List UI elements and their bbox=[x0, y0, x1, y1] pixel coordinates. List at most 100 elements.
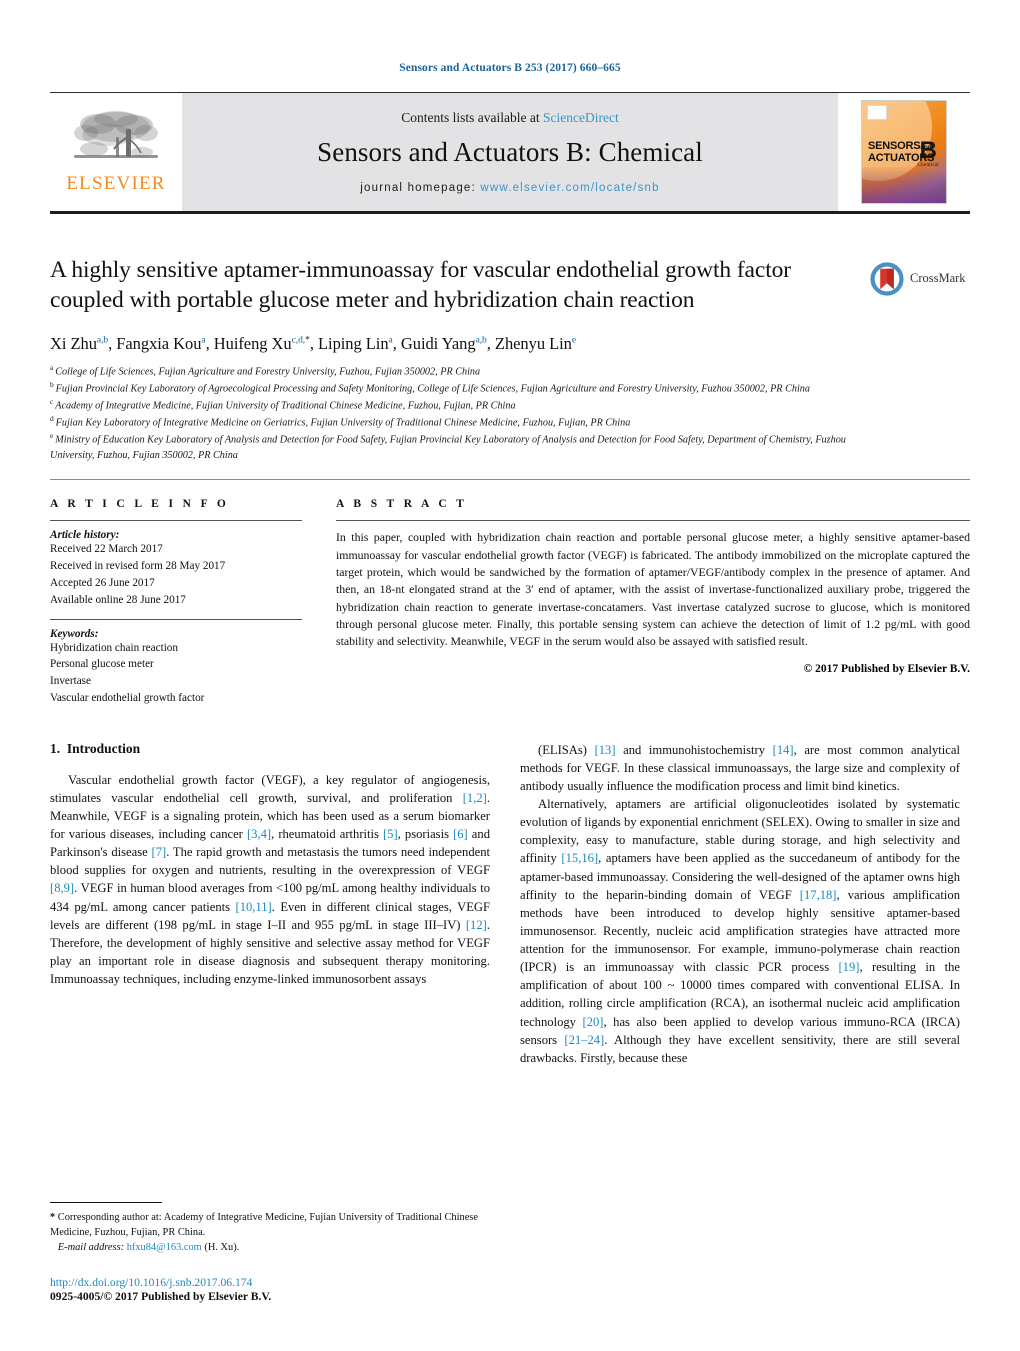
affiliation-list: a College of Life Sciences, Fujian Agric… bbox=[50, 363, 856, 464]
citation-link[interactable]: [15,16] bbox=[561, 851, 598, 865]
homepage-prefix: journal homepage: bbox=[360, 182, 481, 194]
journal-cover-thumbnail: SENSORSand ACTUATORS B Chemical bbox=[861, 100, 947, 204]
cover-line1: SENSORS bbox=[868, 140, 921, 152]
affiliation-text: Fujian Key Laboratory of Integrative Med… bbox=[55, 417, 631, 429]
journal-title: Sensors and Actuators B: Chemical bbox=[317, 137, 703, 167]
author-name: Liping Lin bbox=[318, 333, 389, 353]
citation-link[interactable]: [13] bbox=[595, 743, 616, 757]
author-affiliation-marker: a bbox=[388, 335, 393, 346]
section-heading-introduction: 1. Introduction bbox=[50, 741, 490, 757]
affiliation-text: Academy of Integrative Medicine, Fujian … bbox=[55, 400, 516, 412]
elsevier-wordmark: ELSEVIER bbox=[66, 173, 166, 194]
title-block: A highly sensitive aptamer-immunoassay f… bbox=[50, 214, 970, 463]
email-note: E-mail address: hfxu84@163.com (H. Xu). bbox=[50, 1240, 490, 1255]
article-history-item: Received 22 March 2017 bbox=[50, 543, 163, 556]
affiliation-item: c Academy of Integrative Medicine, Fujia… bbox=[50, 397, 856, 414]
colophon-block: http://dx.doi.org/10.1016/j.snb.2017.06.… bbox=[50, 1276, 490, 1303]
crossmark-label: CrossMark bbox=[910, 271, 966, 285]
author-affiliation-marker: e bbox=[571, 335, 577, 346]
contents-available-line: Contents lists available at ScienceDirec… bbox=[401, 110, 618, 126]
running-head: Sensors and Actuators B 253 (2017) 660–6… bbox=[399, 62, 621, 74]
keyword-item: Vascular endothelial growth factor bbox=[50, 691, 205, 704]
intro-right-paragraphs: (ELISAs) [13] and immunohistochemistry [… bbox=[520, 741, 960, 1067]
article-info-heading: A R T I C L E I N F O bbox=[50, 498, 230, 511]
citation-link[interactable]: [12] bbox=[466, 918, 487, 932]
citation-link[interactable]: [20] bbox=[583, 1015, 604, 1029]
author-name: Huifeng Xu bbox=[213, 333, 292, 353]
body-paragraph: Alternatively, aptamers are artificial o… bbox=[520, 797, 960, 1065]
affiliation-item: d Fujian Key Laboratory of Integrative M… bbox=[50, 414, 856, 431]
article-history-item: Accepted 26 June 2017 bbox=[50, 576, 155, 589]
citation-link[interactable]: [6] bbox=[453, 827, 468, 841]
email-link[interactable]: hfxu84@163.com bbox=[127, 1242, 202, 1253]
body-column-right: (ELISAs) [13] and immunohistochemistry [… bbox=[520, 741, 960, 1067]
author-name: Xi Zhu bbox=[50, 333, 97, 353]
article-info-column: A R T I C L E I N F O Article history: R… bbox=[50, 498, 302, 706]
info-abstract-row: A R T I C L E I N F O Article history: R… bbox=[50, 480, 970, 706]
title-main: A highly sensitive aptamer-immunoassay f… bbox=[50, 256, 856, 463]
citation-link[interactable]: [5] bbox=[383, 827, 398, 841]
author-affiliation-marker: a,b bbox=[96, 335, 109, 346]
keywords-rule bbox=[50, 618, 302, 620]
article-history-lines: Received 22 March 2017 Received in revise… bbox=[50, 541, 302, 608]
footnote-block: * Corresponding author at: Academy of In… bbox=[50, 1201, 490, 1255]
keyword-item: Hybridization chain reaction bbox=[50, 641, 178, 654]
page-title: A highly sensitive aptamer-immunoassay f… bbox=[50, 257, 792, 313]
intro-left-paragraphs: Vascular endothelial growth factor (VEGF… bbox=[50, 771, 490, 989]
citation-link[interactable]: [1,2] bbox=[463, 791, 487, 805]
cover-volume-letter: B bbox=[919, 137, 937, 164]
citation-link[interactable]: [8,9] bbox=[50, 881, 74, 895]
author-list: Xi Zhua,b, Fangxia Koua, Huifeng Xuc,d,*… bbox=[50, 333, 577, 353]
article-history-label: Article history: bbox=[50, 529, 120, 542]
article-info-rule bbox=[50, 520, 302, 522]
article-history-item: Received in revised form 28 May 2017 bbox=[50, 560, 226, 573]
elsevier-tree-icon bbox=[74, 111, 158, 158]
abstract-text: In this paper, coupled with hybridizatio… bbox=[336, 530, 970, 649]
affiliation-text: Ministry of Education Key Laboratory of … bbox=[50, 434, 846, 461]
citation-link[interactable]: [17,18] bbox=[800, 888, 837, 902]
cover-elsevier-badge-icon bbox=[867, 105, 887, 120]
author-affiliation-marker: c,d, bbox=[291, 335, 306, 346]
publisher-logo-area: ELSEVIER bbox=[50, 93, 182, 211]
footnote-rule bbox=[50, 1201, 162, 1203]
elsevier-logo: ELSEVIER bbox=[61, 109, 171, 195]
author-affiliation-marker: a,b bbox=[475, 335, 487, 346]
keywords-lines: Hybridization chain reaction Personal glu… bbox=[50, 640, 302, 707]
journal-homepage-line: journal homepage: www.elsevier.com/locat… bbox=[360, 182, 659, 194]
contents-prefix: Contents lists available at bbox=[401, 110, 543, 125]
citation-link[interactable]: [3,4] bbox=[247, 827, 271, 841]
abstract-column: A B S T R A C T In this paper, coupled w… bbox=[336, 498, 970, 706]
author-affiliation-marker: a bbox=[201, 335, 206, 346]
affiliation-item: e Ministry of Education Key Laboratory o… bbox=[50, 431, 856, 463]
body-paragraph: (ELISAs) [13] and immunohistochemistry [… bbox=[520, 742, 960, 793]
author-name: Guidi Yang bbox=[400, 333, 476, 353]
author-name: Fangxia Kou bbox=[116, 333, 202, 353]
keywords-label: Keywords: bbox=[50, 627, 99, 640]
citation-link[interactable]: [10,11] bbox=[236, 900, 272, 914]
doi-link[interactable]: http://dx.doi.org/10.1016/j.snb.2017.06.… bbox=[50, 1276, 490, 1289]
citation-link[interactable]: [19] bbox=[838, 960, 859, 974]
crossmark-badge[interactable]: CrossMark bbox=[870, 256, 970, 463]
keyword-item: Invertase bbox=[50, 675, 91, 688]
keyword-item: Personal glucose meter bbox=[50, 658, 154, 671]
body-column-left: 1. Introduction Vascular endothelial gro… bbox=[50, 741, 490, 1067]
affiliation-item: a College of Life Sciences, Fujian Agric… bbox=[50, 363, 856, 380]
citation-link[interactable]: [14] bbox=[773, 743, 794, 757]
journal-homepage-link[interactable]: www.elsevier.com/locate/snb bbox=[480, 182, 659, 194]
journal-masthead: ELSEVIER Contents lists available at Sci… bbox=[50, 93, 970, 211]
body-columns: 1. Introduction Vascular endothelial gro… bbox=[50, 707, 970, 1067]
masthead-center: Contents lists available at ScienceDirec… bbox=[182, 93, 838, 211]
citation-link[interactable]: [21–24] bbox=[564, 1033, 604, 1047]
abstract-copyright: © 2017 Published by Elsevier B.V. bbox=[803, 662, 970, 675]
affiliation-text: Fujian Provincial Key Laboratory of Agro… bbox=[55, 383, 810, 395]
section-title: Introduction bbox=[66, 740, 141, 756]
article-page: Sensors and Actuators B 253 (2017) 660–6… bbox=[0, 0, 1020, 1351]
section-number: 1. bbox=[50, 740, 61, 756]
sciencedirect-link[interactable]: ScienceDirect bbox=[543, 110, 619, 125]
citation-link[interactable]: [7] bbox=[152, 845, 167, 859]
email-owner: (H. Xu). bbox=[204, 1241, 240, 1253]
abstract-heading: A B S T R A C T bbox=[336, 498, 468, 511]
cover-volume-sub: Chemical bbox=[917, 163, 939, 168]
corresponding-author-note: * Corresponding author at: Academy of In… bbox=[50, 1210, 490, 1240]
crossmark-icon bbox=[870, 262, 904, 296]
